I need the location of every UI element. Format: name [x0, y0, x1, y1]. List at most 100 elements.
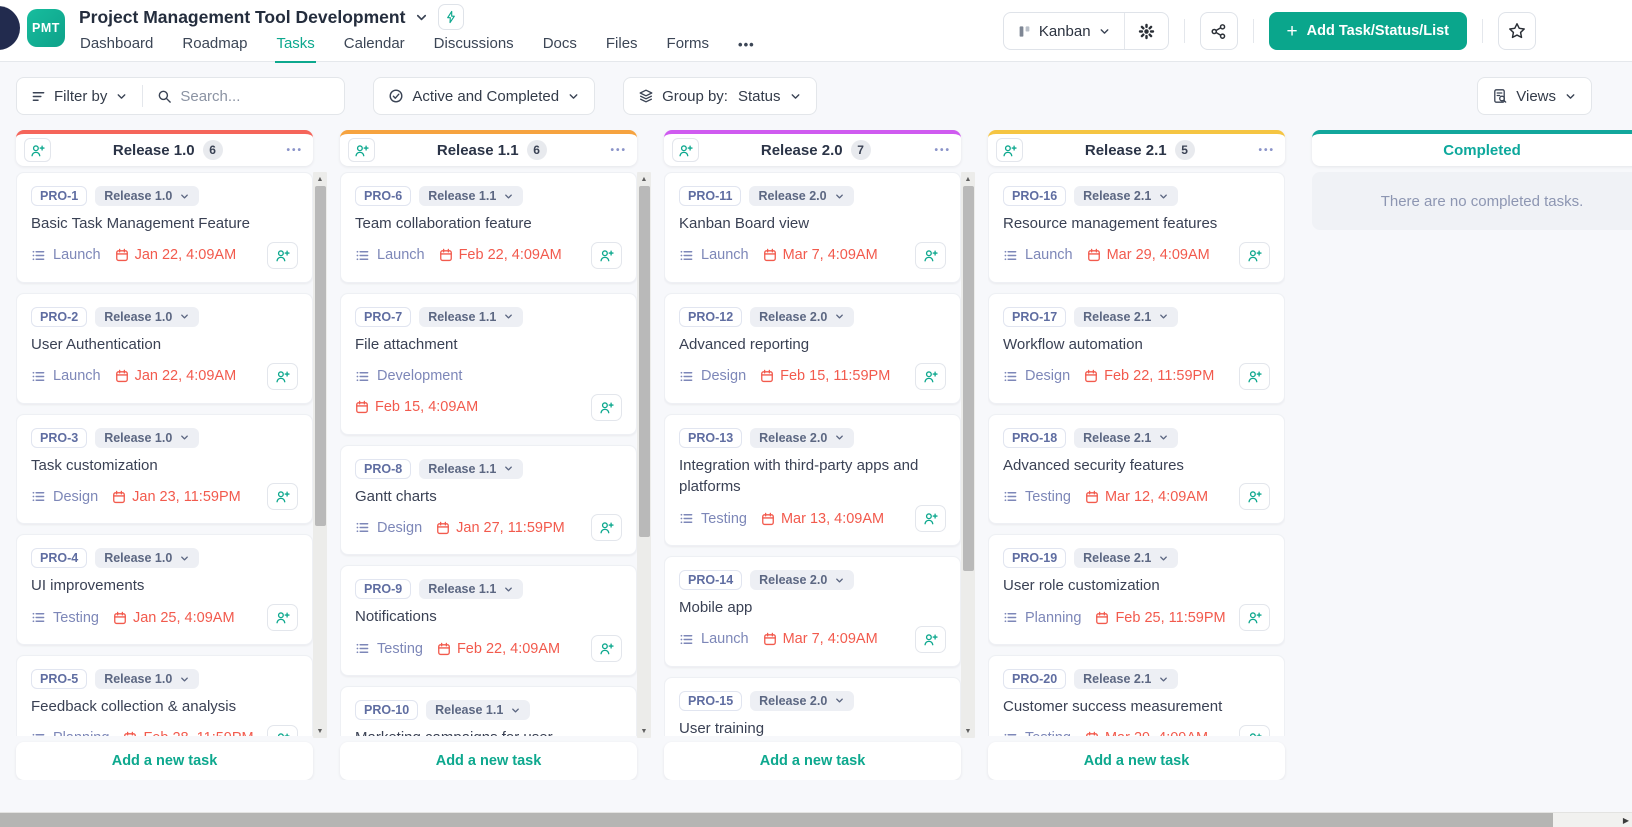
task-due-date[interactable]: Feb 15, 11:59PM — [760, 368, 890, 384]
scrollbar-thumb[interactable] — [638, 186, 650, 538]
task-status[interactable]: Planning — [31, 730, 109, 736]
tab-forms[interactable]: Forms — [666, 29, 711, 63]
task-status[interactable]: Launch — [1003, 247, 1073, 263]
task-due-date[interactable]: Mar 29, 4:09AM — [1085, 730, 1208, 736]
tab-dashboard[interactable]: Dashboard — [79, 29, 154, 63]
task-status[interactable]: Testing — [1003, 489, 1071, 505]
search-input[interactable] — [180, 87, 331, 105]
task-status[interactable]: Design — [1003, 368, 1070, 384]
release-dropdown[interactable]: Release 2.0 — [750, 427, 855, 448]
task-status[interactable]: Planning — [1003, 610, 1081, 626]
task-due-date[interactable]: Mar 7, 4:09AM — [763, 631, 878, 647]
task-card[interactable]: PRO-9 Release 1.1 Notifications Testing Feb … — [340, 565, 637, 676]
assign-person-button[interactable] — [1239, 483, 1270, 511]
release-dropdown[interactable]: Release 1.0 — [95, 669, 200, 689]
task-due-date[interactable]: Jan 27, 11:59PM — [436, 520, 565, 536]
project-logo[interactable]: PMT — [27, 9, 65, 47]
assign-person-button[interactable] — [267, 724, 298, 736]
task-card[interactable]: PRO-12 Release 2.0 Advanced reporting Desig… — [664, 292, 961, 404]
horizontal-scrollbar[interactable]: ▶ — [0, 812, 1632, 827]
scrollbar-thumb[interactable] — [0, 813, 1553, 827]
assign-person-button[interactable] — [267, 483, 298, 511]
scroll-up-arrow-icon[interactable]: ▲ — [637, 173, 651, 185]
release-dropdown[interactable]: Release 1.1 — [419, 306, 524, 327]
assign-person-button[interactable] — [1239, 241, 1270, 269]
filter-by-dropdown[interactable]: Filter by — [17, 88, 142, 105]
column-menu-button[interactable]: ••• — [1256, 143, 1277, 158]
task-card[interactable]: PRO-5 Release 1.0 Feedback collection & an… — [16, 655, 313, 736]
task-due-date[interactable]: Feb 22, 11:59PM — [1084, 368, 1214, 384]
share-button[interactable] — [1199, 12, 1238, 50]
assign-people-button[interactable] — [24, 138, 51, 162]
assign-person-button[interactable] — [1239, 724, 1270, 736]
task-due-date[interactable]: Mar 7, 4:09AM — [763, 247, 878, 263]
assign-person-button[interactable] — [915, 241, 946, 269]
release-dropdown[interactable]: Release 2.0 — [750, 570, 855, 590]
tab-docs[interactable]: Docs — [542, 29, 578, 63]
task-status[interactable]: Testing — [31, 610, 99, 626]
task-status[interactable]: Launch — [679, 631, 749, 647]
scrollbar-thumb[interactable] — [962, 186, 974, 572]
task-card[interactable]: PRO-11 Release 2.0 Kanban Board view Launch… — [664, 172, 961, 283]
task-status[interactable]: Design — [31, 489, 98, 505]
workspace-avatar[interactable] — [0, 6, 20, 50]
task-due-date[interactable]: Feb 25, 11:59PM — [1095, 610, 1226, 626]
release-dropdown[interactable]: Release 1.1 — [419, 186, 524, 206]
assign-person-button[interactable] — [267, 241, 298, 269]
add-new-task-button[interactable]: Add a new task — [16, 742, 313, 780]
task-due-date[interactable]: Feb 15, 4:09AM — [355, 399, 478, 415]
task-card[interactable]: PRO-10 Release 1.1 Marketing campaigns for… — [340, 686, 637, 736]
release-dropdown[interactable]: Release 1.0 — [95, 548, 200, 569]
column-scrollbar[interactable]: ▲ ▼ — [313, 172, 327, 738]
assign-person-button[interactable] — [591, 241, 622, 269]
assign-person-button[interactable] — [1239, 362, 1270, 390]
release-dropdown[interactable]: Release 1.0 — [95, 186, 200, 206]
release-dropdown[interactable]: Release 2.1 — [1074, 669, 1179, 689]
tab-discussions[interactable]: Discussions — [433, 29, 515, 63]
scroll-down-arrow-icon[interactable]: ▼ — [313, 725, 327, 737]
task-due-date[interactable]: Jan 22, 4:09AM — [115, 368, 236, 384]
task-status[interactable]: Testing — [1003, 730, 1071, 736]
task-card[interactable]: PRO-1 Release 1.0 Basic Task Management Fe… — [16, 172, 313, 283]
project-chevron-down-icon[interactable] — [414, 10, 429, 25]
task-card[interactable]: PRO-8 Release 1.1 Gantt charts Design Jan 27… — [340, 444, 637, 556]
task-card[interactable]: PRO-2 Release 1.0 User Authentication Launc… — [16, 292, 313, 404]
release-dropdown[interactable]: Release 2.0 — [749, 186, 854, 206]
favorite-button[interactable] — [1498, 12, 1536, 50]
release-dropdown[interactable]: Release 1.1 — [419, 579, 524, 600]
assign-person-button[interactable] — [591, 393, 622, 421]
scroll-down-arrow-icon[interactable]: ▼ — [961, 725, 975, 737]
assign-person-button[interactable] — [1239, 604, 1270, 631]
release-dropdown[interactable]: Release 2.1 — [1074, 306, 1179, 327]
task-status[interactable]: Design — [355, 520, 422, 536]
task-due-date[interactable]: Jan 25, 4:09AM — [113, 610, 235, 626]
task-card[interactable]: PRO-18 Release 2.1 Advanced security featu… — [988, 413, 1285, 525]
assign-person-button[interactable] — [591, 514, 622, 542]
assign-person-button[interactable] — [267, 604, 298, 631]
task-card[interactable]: PRO-14 Release 2.0 Mobile app Launch Mar 7, … — [664, 556, 961, 667]
task-status[interactable]: Launch — [31, 247, 101, 263]
task-status[interactable]: Launch — [31, 368, 101, 384]
task-status[interactable]: Testing — [355, 641, 423, 657]
release-dropdown[interactable]: Release 2.0 — [750, 690, 855, 711]
column-menu-button[interactable]: ••• — [932, 143, 953, 158]
active-completed-dropdown[interactable]: Active and Completed — [374, 88, 594, 105]
release-dropdown[interactable]: Release 1.0 — [95, 427, 200, 448]
views-dropdown[interactable]: Views — [1478, 88, 1591, 105]
tab-files[interactable]: Files — [605, 29, 639, 63]
release-dropdown[interactable]: Release 2.1 — [1074, 427, 1179, 448]
task-due-date[interactable]: Mar 13, 4:09AM — [761, 511, 884, 527]
release-dropdown[interactable]: Release 2.0 — [750, 306, 855, 327]
tab-roadmap[interactable]: Roadmap — [181, 29, 248, 63]
assign-people-button[interactable] — [672, 138, 699, 162]
column-scrollbar[interactable]: ▲ ▼ — [961, 172, 975, 738]
column-scrollbar[interactable]: ▲ ▼ — [637, 172, 651, 738]
column-menu-button[interactable]: ••• — [608, 143, 629, 158]
task-card[interactable]: PRO-4 Release 1.0 UI improvements Testing Ja… — [16, 534, 313, 645]
column-menu-button[interactable]: ••• — [284, 143, 305, 158]
scroll-up-arrow-icon[interactable]: ▲ — [313, 173, 327, 185]
task-card[interactable]: PRO-16 Release 2.1 Resource management fea… — [988, 172, 1285, 283]
task-card[interactable]: PRO-13 Release 2.0 Integration with third-… — [664, 413, 961, 546]
assign-person-button[interactable] — [915, 505, 946, 532]
nav-overflow-button[interactable]: ••• — [737, 31, 756, 63]
